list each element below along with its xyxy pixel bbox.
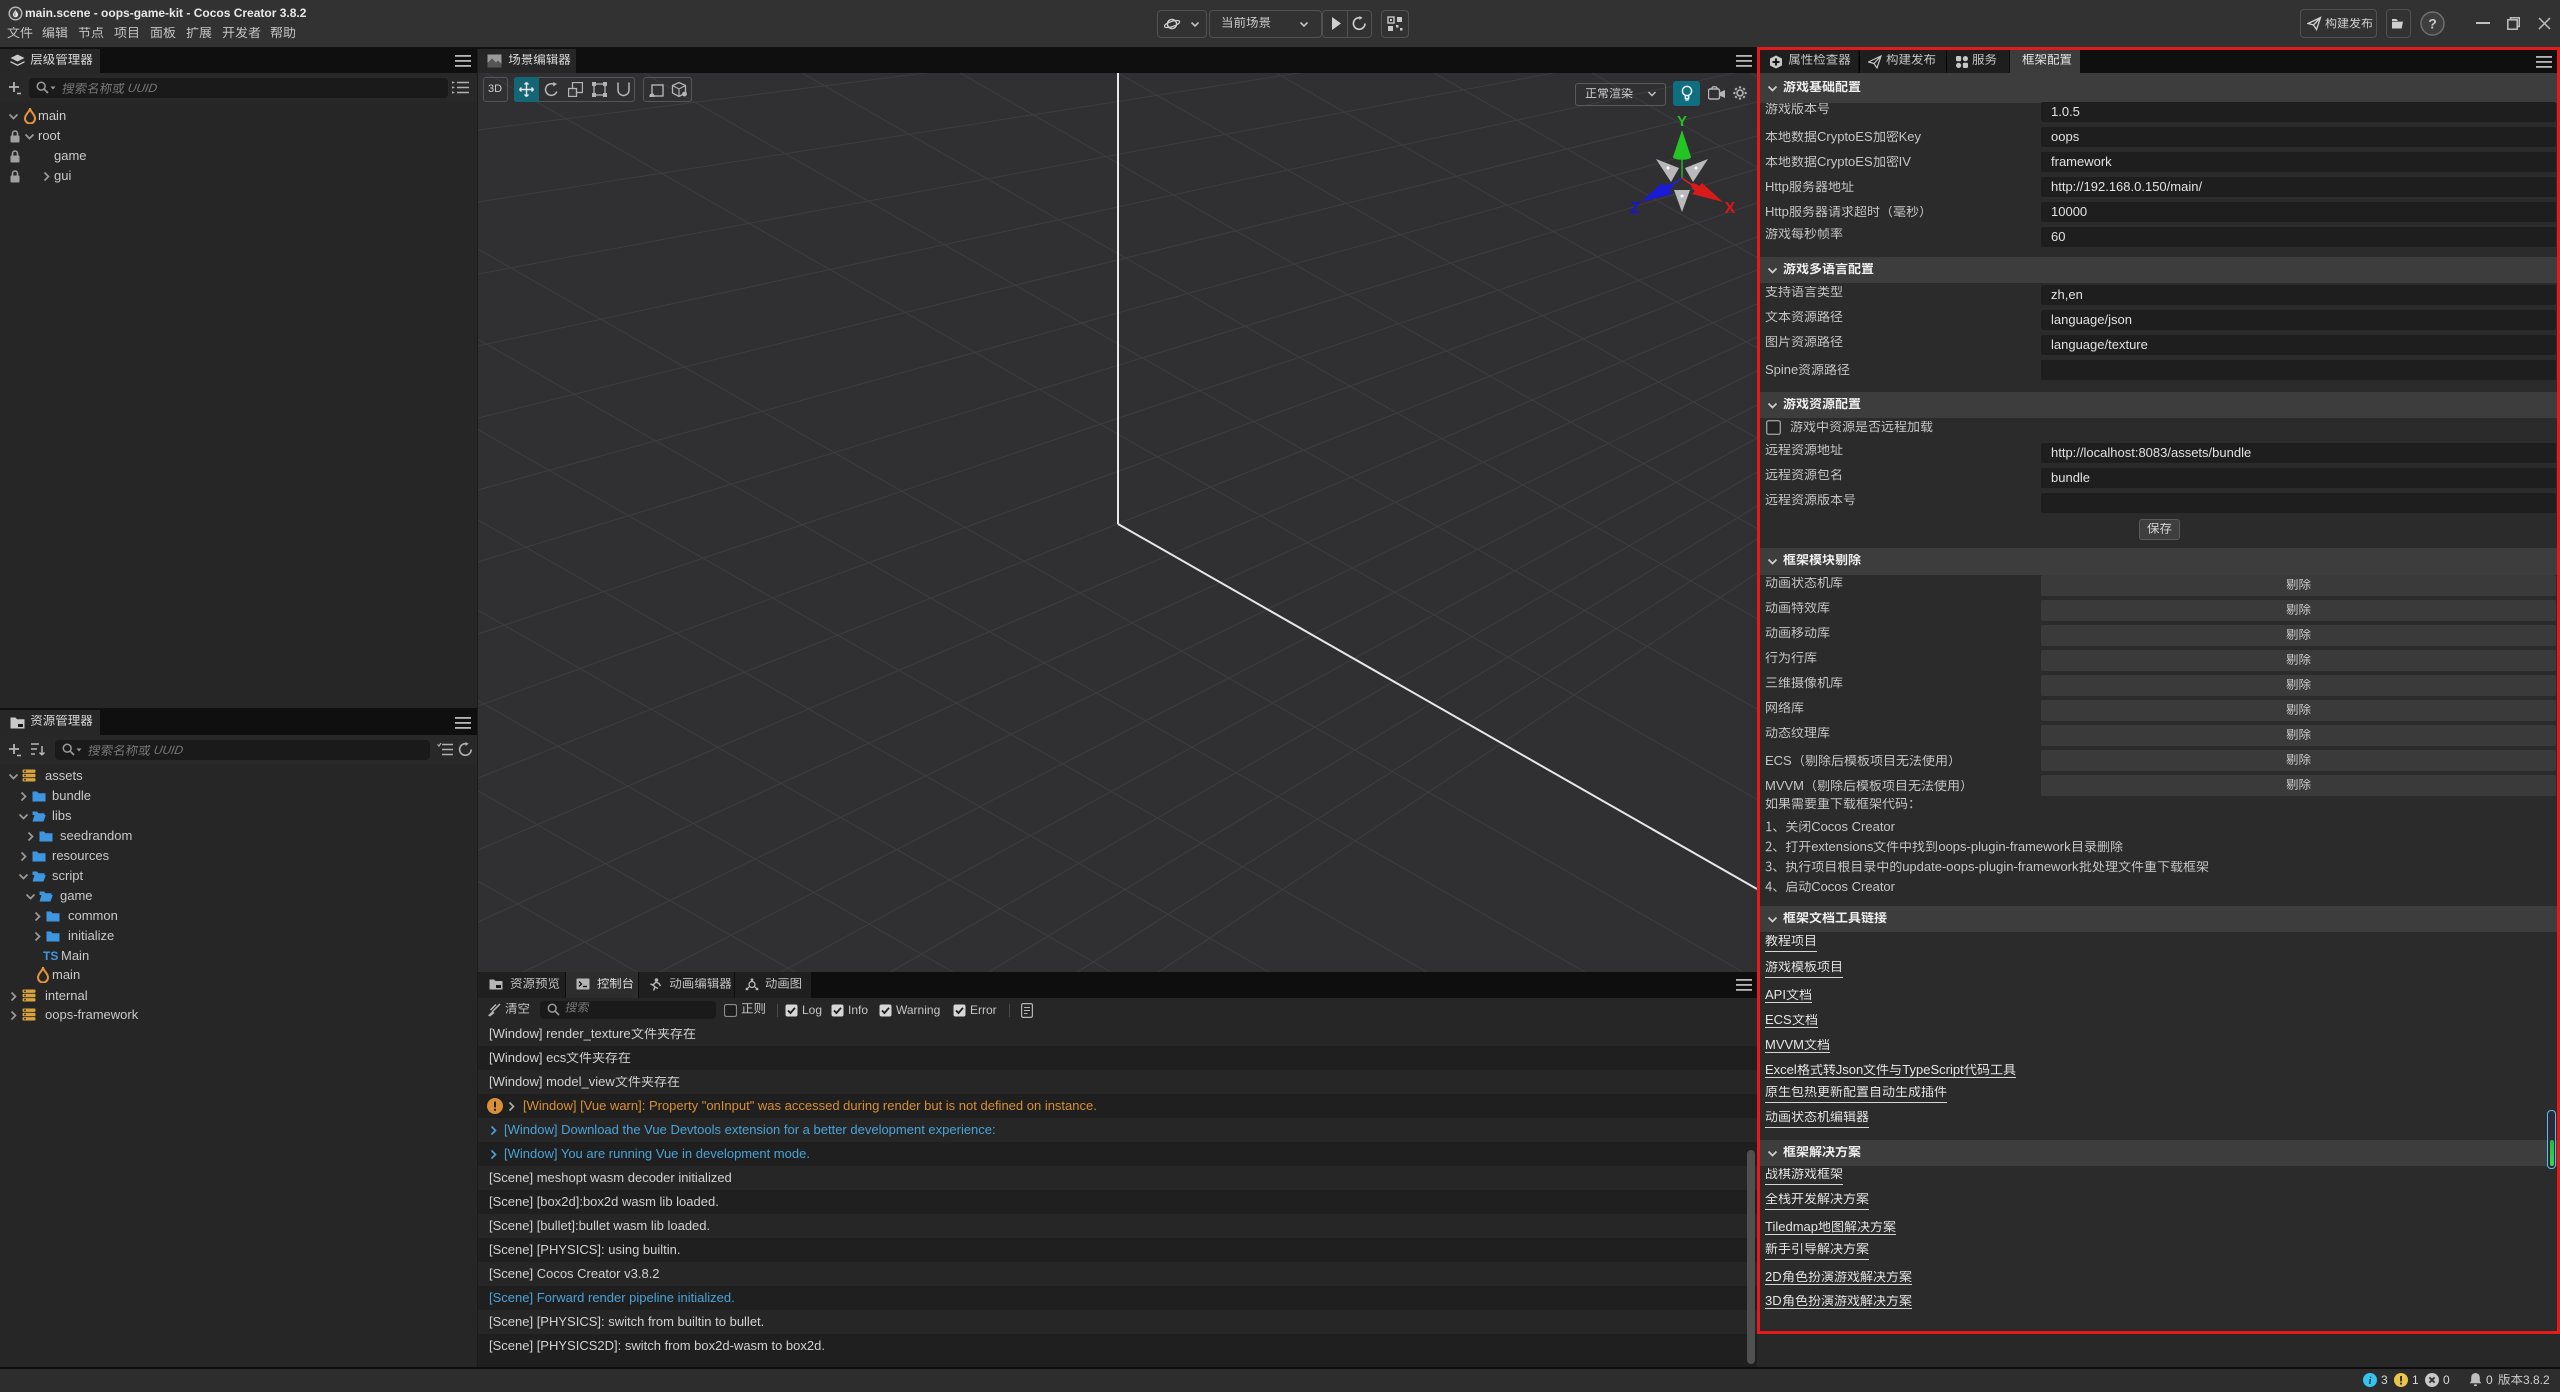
svg-text:Y: Y bbox=[1677, 113, 1687, 130]
svg-text:X: X bbox=[1725, 200, 1736, 217]
svg-text:Z: Z bbox=[1630, 200, 1640, 217]
svg-text:i: i bbox=[2369, 1376, 2372, 1387]
svg-text:?: ? bbox=[2428, 16, 2437, 32]
